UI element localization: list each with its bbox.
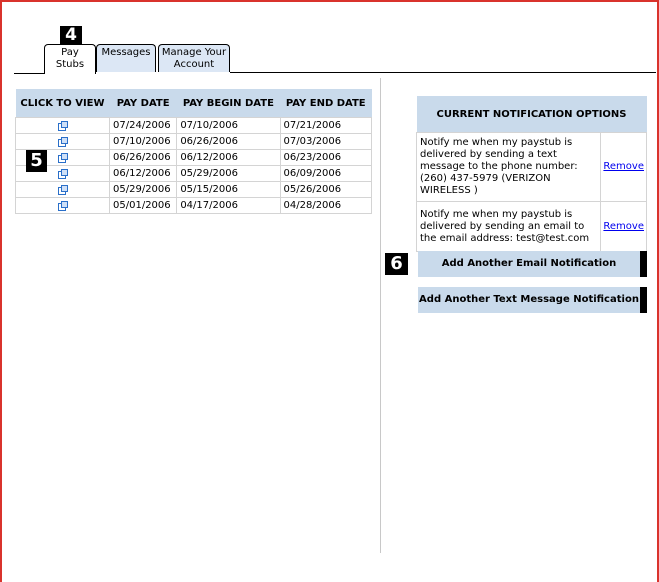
external-link-icon[interactable] xyxy=(58,136,68,147)
pay-end-date-cell: 07/03/2006 xyxy=(279,133,372,150)
table-row: 05/01/2006 04/17/2006 04/28/2006 xyxy=(15,197,372,214)
pay-end-date-cell: 06/23/2006 xyxy=(279,149,372,166)
external-link-icon[interactable] xyxy=(58,120,68,131)
view-cell xyxy=(15,117,110,134)
column-header-pay-date: PAY DATE xyxy=(109,89,177,118)
tab-pay-stubs-label: Pay Stubs xyxy=(55,47,85,70)
column-divider xyxy=(380,78,381,553)
external-link-icon[interactable] xyxy=(58,184,68,195)
tab-manage-account-label: Manage Your Account xyxy=(161,47,227,70)
table-row: 06/12/2006 05/29/2006 06/09/2006 xyxy=(15,165,372,182)
table-row: 06/26/2006 06/12/2006 06/23/2006 xyxy=(15,149,372,166)
external-link-icon[interactable] xyxy=(58,152,68,163)
external-link-icon[interactable] xyxy=(58,168,68,179)
pay-end-date-cell: 05/26/2006 xyxy=(279,181,372,198)
callout-4: 4 xyxy=(60,26,82,45)
notification-row: Notify me when my paystub is delivered b… xyxy=(415,132,647,202)
tab-messages[interactable]: Messages xyxy=(96,44,156,72)
pay-begin-date-cell: 06/26/2006 xyxy=(176,133,281,150)
pay-date-cell: 06/12/2006 xyxy=(108,165,178,182)
add-text-notification-button[interactable]: Add Another Text Message Notification xyxy=(418,287,647,313)
tab-manage-account[interactable]: Manage Your Account xyxy=(158,44,230,72)
paystubs-table: CLICK TO VIEW PAY DATE PAY BEGIN DATE PA… xyxy=(15,89,372,214)
view-cell xyxy=(15,197,110,214)
pay-date-cell: 05/29/2006 xyxy=(108,181,178,198)
pay-date-cell: 07/10/2006 xyxy=(108,133,178,150)
view-cell xyxy=(15,133,110,150)
tab-baseline xyxy=(230,72,656,73)
pay-date-cell: 05/01/2006 xyxy=(108,197,178,214)
pay-end-date-cell: 07/21/2006 xyxy=(279,117,372,134)
column-header-click-to-view: CLICK TO VIEW xyxy=(15,89,110,118)
table-row: 07/10/2006 06/26/2006 07/03/2006 xyxy=(15,133,372,150)
pay-begin-date-cell: 05/15/2006 xyxy=(176,181,281,198)
notification-action-cell: Remove xyxy=(600,201,647,252)
external-link-icon[interactable] xyxy=(58,200,68,211)
notification-text: Notify me when my paystub is delivered b… xyxy=(415,132,602,202)
tab-messages-label: Messages xyxy=(101,47,151,58)
pay-end-date-cell: 06/09/2006 xyxy=(279,165,372,182)
tab-pay-stubs[interactable]: Pay Stubs xyxy=(44,44,96,74)
notification-action-cell: Remove xyxy=(600,132,647,202)
column-header-pay-begin-date: PAY BEGIN DATE xyxy=(176,89,280,118)
notification-options-header: CURRENT NOTIFICATION OPTIONS xyxy=(416,89,647,133)
remove-text-notification-link[interactable]: Remove xyxy=(603,161,644,172)
callout-5: 5 xyxy=(26,150,47,172)
pay-begin-date-cell: 07/10/2006 xyxy=(176,117,281,134)
table-row: 05/29/2006 05/15/2006 05/26/2006 xyxy=(15,181,372,198)
table-row: 07/24/2006 07/10/2006 07/21/2006 xyxy=(15,117,372,134)
notification-options-table: CURRENT NOTIFICATION OPTIONS Notify me w… xyxy=(415,89,647,252)
pay-date-cell: 07/24/2006 xyxy=(108,117,178,134)
pay-date-cell: 06/26/2006 xyxy=(108,149,178,166)
pay-begin-date-cell: 06/12/2006 xyxy=(176,149,281,166)
column-header-pay-end-date: PAY END DATE xyxy=(280,89,372,118)
remove-email-notification-link[interactable]: Remove xyxy=(603,221,644,232)
tab-baseline xyxy=(14,73,44,74)
view-cell xyxy=(15,181,110,198)
notification-row: Notify me when my paystub is delivered b… xyxy=(415,201,647,252)
add-email-notification-button[interactable]: Add Another Email Notification xyxy=(418,251,647,277)
pay-begin-date-cell: 04/17/2006 xyxy=(176,197,281,214)
pay-begin-date-cell: 05/29/2006 xyxy=(176,165,281,182)
notification-text: Notify me when my paystub is delivered b… xyxy=(415,201,602,252)
callout-6: 6 xyxy=(385,253,408,275)
pay-end-date-cell: 04/28/2006 xyxy=(279,197,372,214)
paystubs-header-row: CLICK TO VIEW PAY DATE PAY BEGIN DATE PA… xyxy=(15,89,372,118)
